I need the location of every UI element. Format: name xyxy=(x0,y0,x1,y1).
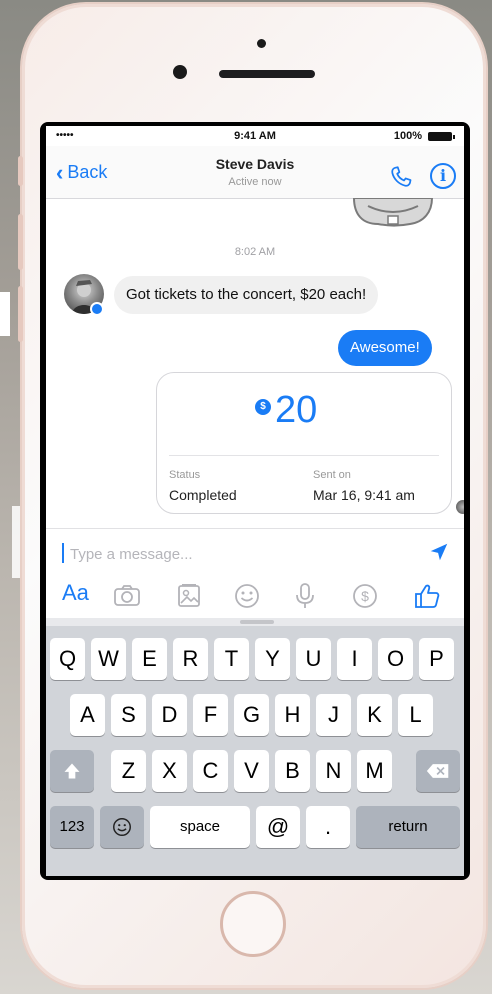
return-key[interactable]: return xyxy=(356,806,460,848)
delete-key[interactable] xyxy=(416,750,460,792)
emoji-keyboard-icon xyxy=(113,818,131,836)
key-v[interactable]: V xyxy=(234,750,269,792)
read-receipt-avatar xyxy=(456,500,464,514)
gallery-icon[interactable] xyxy=(174,582,204,610)
volume-up-button xyxy=(18,214,23,270)
emoji-icon[interactable] xyxy=(232,582,262,610)
message-composer xyxy=(46,528,464,575)
key-w[interactable]: W xyxy=(91,638,126,680)
keyboard: Q W E R T Y U I O P A S D F G H J K L Z xyxy=(46,626,464,876)
key-e[interactable]: E xyxy=(132,638,167,680)
shift-arrow-icon xyxy=(64,763,80,779)
incoming-message-bubble[interactable]: Got tickets to the concert, $20 each! xyxy=(114,276,379,314)
key-i[interactable]: I xyxy=(337,638,372,680)
payment-amount: 20 xyxy=(275,389,318,431)
payment-icon[interactable]: $ xyxy=(350,582,380,610)
status-bar: ••••• 9:41 AM 100% xyxy=(46,126,464,146)
key-y[interactable]: Y xyxy=(255,638,290,680)
microphone-icon[interactable] xyxy=(290,582,320,610)
earpiece-speaker xyxy=(219,70,315,78)
key-l[interactable]: L xyxy=(398,694,433,736)
key-s[interactable]: S xyxy=(111,694,146,736)
info-icon[interactable]: i xyxy=(430,163,456,189)
message-timestamp: 8:02 AM xyxy=(234,246,276,258)
battery-percent: 100% xyxy=(393,130,422,142)
battery-icon xyxy=(428,132,455,141)
key-x[interactable]: X xyxy=(152,750,187,792)
key-p[interactable]: P xyxy=(419,638,454,680)
proximity-sensor xyxy=(257,39,266,48)
backspace-icon xyxy=(426,764,449,778)
key-g[interactable]: G xyxy=(234,694,269,736)
background-letter xyxy=(0,292,10,336)
text-format-button[interactable]: Aa xyxy=(62,580,89,606)
outgoing-message-bubble[interactable]: Awesome! xyxy=(338,330,432,366)
key-r[interactable]: R xyxy=(173,638,208,680)
at-key[interactable]: @ xyxy=(256,806,300,848)
phone-screen: ••••• 9:41 AM 100% ‹ Back Steve Davis Ac… xyxy=(40,122,470,880)
key-k[interactable]: K xyxy=(357,694,392,736)
front-camera xyxy=(173,65,187,79)
key-z[interactable]: Z xyxy=(111,750,146,792)
background-mark xyxy=(12,506,20,578)
key-n[interactable]: N xyxy=(316,750,351,792)
payment-sent-value: Mar 16, 9:41 am xyxy=(313,487,415,503)
key-q[interactable]: Q xyxy=(50,638,85,680)
space-key[interactable]: space xyxy=(150,806,250,848)
key-h[interactable]: H xyxy=(275,694,310,736)
key-a[interactable]: A xyxy=(70,694,105,736)
payment-sent-label: Sent on xyxy=(313,469,351,481)
camera-icon[interactable] xyxy=(112,582,142,610)
key-c[interactable]: C xyxy=(193,750,228,792)
payment-status-label: Status xyxy=(169,469,201,481)
payment-card[interactable]: $ 20 Status Completed Sent on Mar 16, 9:… xyxy=(156,372,452,514)
keyboard-grabber[interactable] xyxy=(240,620,274,624)
key-t[interactable]: T xyxy=(214,638,249,680)
home-button[interactable] xyxy=(220,891,286,957)
shift-key[interactable] xyxy=(50,750,94,792)
thumbs-up-icon[interactable] xyxy=(412,582,442,610)
key-o[interactable]: O xyxy=(378,638,413,680)
key-m[interactable]: M xyxy=(357,750,392,792)
emoji-key[interactable] xyxy=(100,806,144,848)
messenger-app: ••••• 9:41 AM 100% ‹ Back Steve Davis Ac… xyxy=(46,126,464,876)
mute-switch xyxy=(18,156,23,186)
volume-down-button xyxy=(18,286,23,342)
message-input[interactable] xyxy=(68,541,412,567)
sticker-image xyxy=(352,198,434,227)
key-j[interactable]: J xyxy=(316,694,351,736)
payment-status-value: Completed xyxy=(169,487,237,503)
key-b[interactable]: B xyxy=(275,750,310,792)
text-cursor xyxy=(62,543,64,563)
key-u[interactable]: U xyxy=(296,638,331,680)
key-d[interactable]: D xyxy=(152,694,187,736)
numbers-key[interactable]: 123 xyxy=(50,806,94,848)
phone-call-icon[interactable] xyxy=(388,164,414,190)
send-arrow-icon[interactable] xyxy=(428,541,450,563)
payment-divider xyxy=(169,455,439,456)
dot-key[interactable]: . xyxy=(306,806,350,848)
messenger-badge-icon xyxy=(90,302,104,316)
conversation-header: ‹ Back Steve Davis Active now i xyxy=(46,146,464,199)
keyboard-top-bar xyxy=(46,618,464,626)
dollar-badge-icon: $ xyxy=(255,399,271,415)
key-f[interactable]: F xyxy=(193,694,228,736)
composer-toolbar: Aa $ xyxy=(46,574,464,618)
svg-text:$: $ xyxy=(361,588,369,604)
